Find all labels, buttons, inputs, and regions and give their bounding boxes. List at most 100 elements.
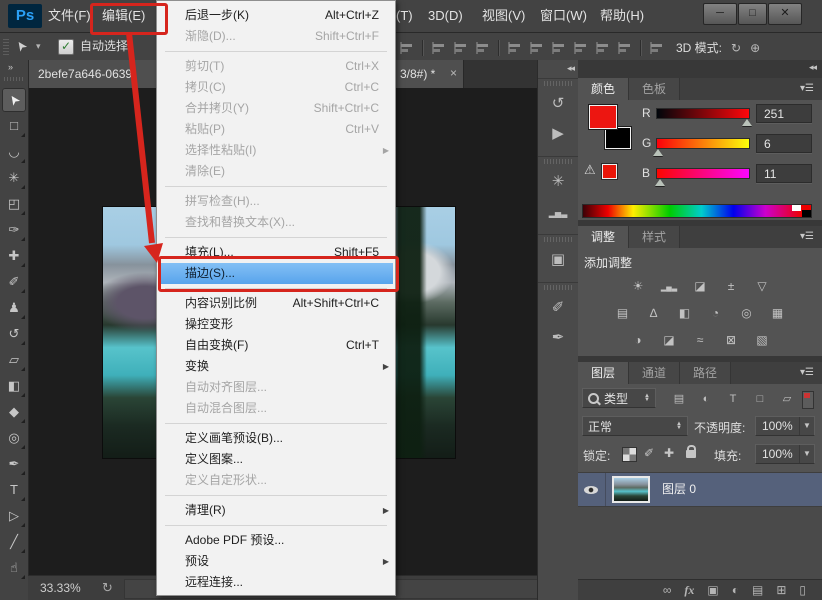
distribute-bottom-edges-icon[interactable] xyxy=(618,41,631,55)
edit-menu-item[interactable]: 定义画笔预设(B)... xyxy=(157,428,395,449)
brush-tool-button[interactable]: ✐ xyxy=(2,270,26,294)
show-transform-controls-icon[interactable] xyxy=(400,41,413,55)
history-brush-tool-button[interactable]: ↺ xyxy=(2,322,26,346)
edit-menu-item[interactable]: Adobe PDF 预设... xyxy=(157,530,395,551)
edit-menu-item[interactable]: 自动混合图层... xyxy=(157,398,395,419)
visibility-cell[interactable] xyxy=(578,473,606,506)
info-panel-button[interactable]: ▣ xyxy=(538,245,578,275)
dock-grip[interactable] xyxy=(544,237,572,242)
filter-smart-objects-icon[interactable]: ▱ xyxy=(778,391,796,407)
new-adjustment-layer-icon[interactable]: ◐ xyxy=(732,583,739,597)
align-bottom-edges-icon[interactable] xyxy=(552,41,565,55)
brush-panel-button[interactable]: ✐ xyxy=(538,293,578,323)
color-lookup-button[interactable]: ▦ xyxy=(766,303,790,323)
edit-menu-item[interactable]: 预设▶ xyxy=(157,551,395,572)
toolbar-collapse-icon[interactable]: » xyxy=(8,62,12,72)
g-value-input[interactable]: 6 xyxy=(756,134,812,153)
edit-menu-item[interactable]: 操控变形 xyxy=(157,314,395,335)
menu-edit[interactable]: 编辑(E) xyxy=(98,0,149,32)
edit-menu-item[interactable]: 描边(S)... xyxy=(159,263,393,284)
lock-position-icon[interactable]: ✚ xyxy=(664,446,674,460)
gradient-map-button[interactable]: ▧ xyxy=(750,330,774,350)
line-tool-button[interactable]: ╱ xyxy=(2,530,26,554)
b-slider[interactable] xyxy=(656,168,750,179)
edit-menu-item[interactable]: 清除(E) xyxy=(157,161,395,182)
edit-menu-item[interactable]: 拼写检查(H)... xyxy=(157,191,395,212)
tab-adjustments[interactable]: 调整 xyxy=(578,226,629,248)
edit-menu-item[interactable]: 内容识别比例Alt+Shift+Ctrl+C xyxy=(157,293,395,314)
b-value-input[interactable]: 11 xyxy=(756,164,812,183)
quick-selection-tool-button[interactable]: ✳ xyxy=(2,166,26,190)
g-slider[interactable] xyxy=(656,138,750,149)
channel-mixer-button[interactable]: ◎ xyxy=(735,303,759,323)
link-layers-icon[interactable]: ∞ xyxy=(663,583,672,597)
vibrance-button[interactable]: ▽ xyxy=(750,276,774,296)
tab-channels[interactable]: 通道 xyxy=(629,362,680,384)
path-selection-tool-button[interactable]: ▷ xyxy=(2,504,26,528)
layer-row[interactable]: 图层 0 xyxy=(578,472,822,507)
panel-menu-icon[interactable]: ▾☰ xyxy=(800,78,814,100)
spectrum-white-swatch[interactable] xyxy=(792,205,801,211)
r-slider-handle[interactable] xyxy=(742,119,752,126)
edit-menu-item[interactable]: 合并拷贝(Y)Shift+Ctrl+C xyxy=(157,98,395,119)
eye-icon[interactable] xyxy=(584,486,598,494)
edit-menu-item[interactable]: 定义图案... xyxy=(157,449,395,470)
tab-layers[interactable]: 图层 xyxy=(578,362,629,384)
filter-adjustment-layers-icon[interactable]: ◐ xyxy=(697,391,715,407)
tool-presets-panel-button[interactable]: ✒ xyxy=(538,323,578,353)
lock-all-icon[interactable] xyxy=(686,450,696,458)
layer-name[interactable]: 图层 0 xyxy=(662,473,696,506)
distribute-vertical-centers-icon[interactable] xyxy=(596,41,609,55)
gamut-color-swatch[interactable] xyxy=(602,164,617,179)
dock-grip[interactable] xyxy=(544,285,572,290)
r-value-input[interactable]: 251 xyxy=(756,104,812,123)
blend-mode-select[interactable]: 正常 ▲▼ xyxy=(582,416,688,436)
g-slider-handle[interactable] xyxy=(653,149,663,156)
distribute-top-edges-icon[interactable] xyxy=(574,41,587,55)
filter-type-layers-icon[interactable]: T xyxy=(724,391,742,407)
edit-menu-item[interactable]: 渐隐(D)...Shift+Ctrl+F xyxy=(157,26,395,47)
edit-menu-item[interactable]: 拷贝(C)Ctrl+C xyxy=(157,77,395,98)
lock-transparency-icon[interactable] xyxy=(622,447,637,462)
histogram-panel-button[interactable]: ▂▅▃ xyxy=(538,197,578,227)
layer-thumbnail[interactable] xyxy=(612,476,650,503)
history-panel-button[interactable]: ↺ xyxy=(538,89,578,119)
new-group-icon[interactable]: ▤ xyxy=(752,583,763,597)
edit-menu-item[interactable]: 变换▶ xyxy=(157,356,395,377)
panel-dock-collapse-icon[interactable]: ◂◂ xyxy=(809,62,816,73)
move-tool-preset-icon[interactable]: ➤ xyxy=(12,37,31,55)
edit-menu-item[interactable]: 填充(L)...Shift+F5 xyxy=(157,242,395,263)
auto-select-checkbox[interactable]: ✓ xyxy=(58,39,74,55)
menu-window[interactable]: 窗口(W) xyxy=(536,0,591,32)
chevron-down-icon[interactable]: ▼ xyxy=(799,445,814,463)
align-vertical-centers-icon[interactable] xyxy=(530,41,543,55)
filter-pixel-layers-icon[interactable]: ▤ xyxy=(670,391,688,407)
type-tool-button[interactable]: T xyxy=(2,478,26,502)
brightness-contrast-button[interactable]: ☀ xyxy=(626,276,650,296)
delete-layer-icon[interactable]: ▯ xyxy=(799,583,806,597)
eraser-tool-button[interactable]: ▱ xyxy=(2,348,26,372)
clone-stamp-tool-button[interactable]: ♟ xyxy=(2,296,26,320)
dock-expand-icon[interactable]: ◂◂ xyxy=(567,63,574,74)
edit-menu-item[interactable]: 自动对齐图层... xyxy=(157,377,395,398)
navigator-panel-button[interactable]: ✳ xyxy=(538,167,578,197)
photo-filter-button[interactable]: ◔ xyxy=(704,303,728,323)
tab-paths[interactable]: 路径 xyxy=(680,362,731,384)
black-white-button[interactable]: ◧ xyxy=(673,303,697,323)
edit-menu-item[interactable]: 清理(R)▶ xyxy=(157,500,395,521)
edit-menu-item[interactable]: 远程连接... xyxy=(157,572,395,593)
3d-rotate-icon[interactable]: ↻ xyxy=(731,41,741,55)
chevron-down-icon[interactable]: ▼ xyxy=(799,417,814,435)
align-right-edges-icon[interactable] xyxy=(476,41,489,55)
tab-color[interactable]: 颜色 xyxy=(578,78,629,100)
align-left-edges-icon[interactable] xyxy=(432,41,445,55)
menu-file[interactable]: 文件(F) xyxy=(44,0,95,32)
spot-healing-brush-tool-button[interactable]: ✚ xyxy=(2,244,26,268)
color-balance-button[interactable]: ∆ xyxy=(642,303,666,323)
crop-tool-button[interactable]: ◰ xyxy=(2,192,26,216)
threshold-button[interactable]: ≈ xyxy=(688,330,712,350)
tab-swatches[interactable]: 色板 xyxy=(629,78,680,100)
fill-input[interactable]: 100% ▼ xyxy=(755,444,815,464)
levels-button[interactable]: ▂▅▃ xyxy=(657,276,681,296)
align-horizontal-centers-icon[interactable] xyxy=(454,41,467,55)
